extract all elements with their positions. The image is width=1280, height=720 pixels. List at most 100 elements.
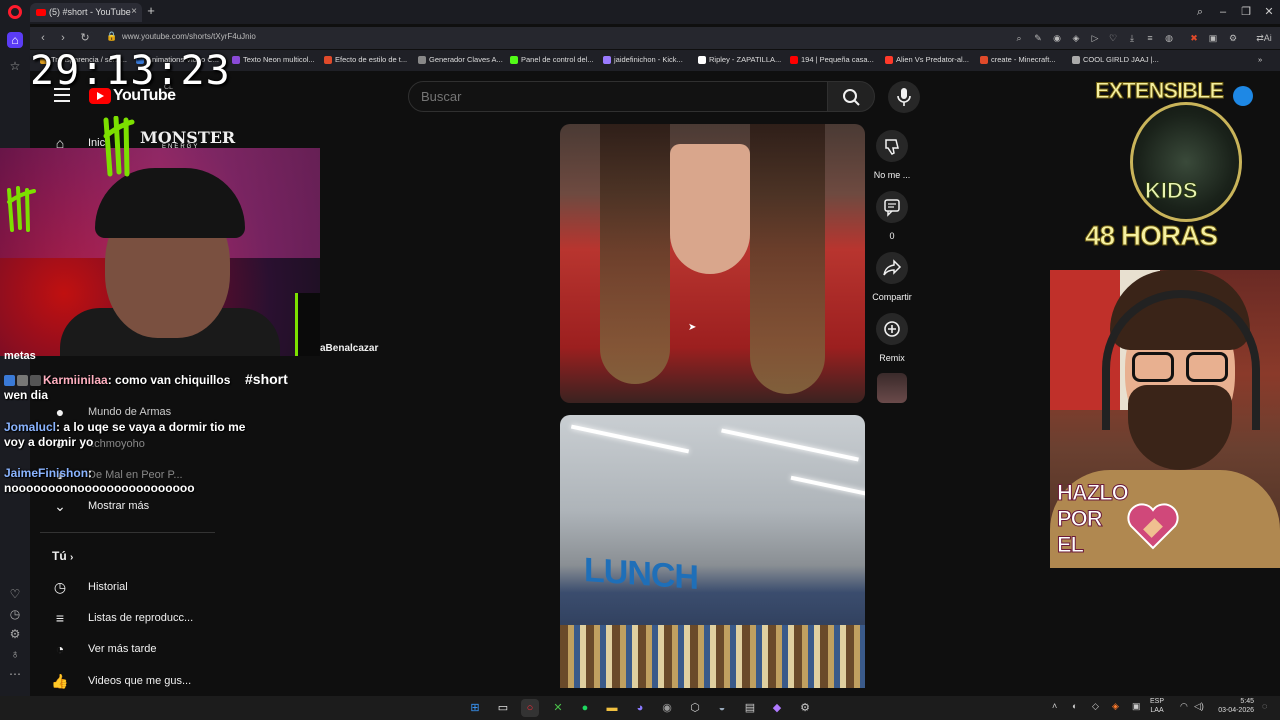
bookmark-item[interactable]: Efecto de estilo de t... — [324, 55, 408, 65]
bookmark-favicon-icon — [790, 56, 798, 65]
lightbulb-icon[interactable]: ♁ — [7, 646, 23, 662]
ai-icon[interactable]: ⇄Ai — [1252, 31, 1276, 45]
share-button[interactable] — [876, 252, 908, 284]
sidebar-item-history[interactable]: ◷ Historial — [50, 575, 128, 599]
taskbar-clock[interactable]: 5:45 03-04-2026 — [1210, 697, 1254, 715]
bookmark-label: Generador Claves A... — [429, 55, 503, 64]
app-icon[interactable]: ⬡ — [686, 699, 704, 717]
bookmark-item[interactable]: create - Minecraft... — [980, 55, 1056, 65]
bookmark-item[interactable]: Ripley - ZAPATILLA... — [698, 55, 781, 65]
reload-icon[interactable]: ↻ — [78, 31, 92, 45]
bookmark-item[interactable]: 194 | Pequeña casa... — [790, 55, 874, 65]
dislike-button[interactable] — [876, 130, 908, 162]
hazlo-line: EL — [1057, 532, 1085, 558]
camera-icon[interactable]: ◉ — [1050, 31, 1064, 45]
search-input[interactable] — [408, 81, 828, 112]
bookmark-item[interactable]: jaidefinichon - Kick... — [603, 55, 683, 65]
shield-icon[interactable]: ◈ — [1069, 31, 1083, 45]
zoom-icon[interactable]: ⌕ — [1012, 31, 1026, 45]
download-icon[interactable]: ⤓ — [1125, 31, 1139, 45]
audio-thumbnail[interactable] — [877, 373, 907, 403]
ceiling-light — [721, 428, 859, 462]
url-field[interactable]: www.youtube.com/shorts/tXyrF4uJnio — [122, 32, 256, 41]
new-tab-button[interactable]: + — [144, 4, 158, 18]
lock-icon[interactable]: 🔒 — [106, 31, 117, 42]
sidebar-item-liked[interactable]: 👍 Videos que me gus... — [50, 669, 191, 693]
sidebar-section-you[interactable]: Tú › — [52, 549, 73, 563]
home-icon[interactable]: ⌂ — [7, 32, 23, 48]
bookmark-icon[interactable]: ☆ — [7, 58, 23, 74]
forward-icon[interactable]: › — [56, 31, 70, 45]
opera-logo-icon[interactable] — [8, 5, 22, 19]
heart-icon[interactable]: ♡ — [7, 586, 23, 602]
favorite-icon[interactable]: ♡ — [1106, 31, 1120, 45]
bookmark-favicon-icon — [980, 56, 988, 65]
history-icon[interactable]: ◷ — [7, 606, 23, 622]
bookmark-item[interactable]: Texto Neon multicol... — [232, 55, 315, 65]
extension-icon[interactable]: ✖ — [1187, 31, 1201, 45]
comments-button[interactable] — [876, 191, 908, 223]
sidebar-item-watch-later[interactable]: ◔ Ver más tarde — [50, 637, 157, 661]
play-icon[interactable]: ▷ — [1088, 31, 1102, 45]
voice-search-button[interactable] — [888, 81, 920, 113]
tray-app-icon[interactable]: ◈ — [1112, 701, 1119, 712]
sidebar-item-playlists[interactable]: ≡ Listas de reproducc... — [50, 606, 193, 630]
bookmarks-overflow-icon[interactable]: » — [1258, 55, 1262, 64]
settings-taskbar-icon[interactable]: ⚙ — [796, 699, 814, 717]
opera-taskbar-icon[interactable]: ○ — [521, 699, 539, 717]
edit-icon[interactable]: ✎ — [1031, 31, 1045, 45]
notification-badge — [1233, 86, 1253, 106]
menu-list-icon[interactable]: ≡ — [1143, 31, 1157, 45]
bookmark-favicon-icon — [1072, 56, 1080, 65]
volume-icon[interactable]: ◁) — [1194, 701, 1204, 712]
steam-icon[interactable]: ◒ — [713, 699, 731, 717]
tray-app-icon[interactable]: ◇ — [1092, 701, 1099, 712]
wifi-icon[interactable]: ◠ — [1180, 701, 1188, 712]
xbox-icon[interactable]: ✕ — [549, 699, 567, 717]
bookmark-favicon-icon — [603, 56, 611, 65]
minimize-button[interactable]: – — [1213, 4, 1233, 20]
close-tab-icon[interactable]: × — [131, 6, 137, 17]
remix-button[interactable] — [876, 313, 908, 345]
tray-app-icon[interactable]: ▣ — [1132, 701, 1141, 712]
extension2-icon[interactable]: ▣ — [1206, 31, 1220, 45]
task-view-icon[interactable]: ▭ — [494, 699, 512, 717]
bookmark-item[interactable]: Panel de control del... — [510, 55, 594, 65]
tray-overflow-icon[interactable]: ˄ — [1052, 701, 1057, 711]
spotify-icon[interactable]: ● — [576, 699, 594, 717]
next-short-video[interactable]: LUNCH — [560, 415, 865, 688]
notifications-icon[interactable]: ◌ — [1262, 701, 1267, 711]
sidebar-item-label: Mostrar más — [88, 500, 150, 512]
search-tabs-icon[interactable]: ⌕ — [1190, 4, 1210, 20]
show-more-button[interactable]: ⌄ Mostrar más — [50, 494, 149, 518]
settings-icon[interactable]: ⚙ — [7, 626, 23, 642]
bookmark-item[interactable]: COOL GIRLD JAAJ |... — [1072, 55, 1159, 65]
app2-icon[interactable]: ◆ — [768, 699, 786, 717]
close-window-button[interactable]: ✕ — [1259, 4, 1279, 20]
bookmark-item[interactable]: Alien Vs Predator-al... — [885, 55, 969, 65]
bookmark-favicon-icon — [232, 56, 240, 65]
youtube-favicon-icon — [36, 9, 46, 17]
remix-label: Remix — [879, 353, 905, 363]
bookmark-item[interactable]: Generador Claves A... — [418, 55, 503, 65]
search-button[interactable] — [827, 81, 875, 112]
profile-icon[interactable]: ◍ — [1162, 31, 1176, 45]
input-language[interactable]: ESP LAA — [1150, 697, 1164, 715]
file-explorer-icon[interactable]: ▬ — [603, 699, 621, 717]
windows-start-icon[interactable]: ⊞ — [466, 699, 484, 717]
maximize-button[interactable]: ❐ — [1236, 4, 1256, 20]
ceiling-light — [570, 424, 690, 454]
settings2-icon[interactable]: ⚙ — [1226, 31, 1240, 45]
browser-tab-bar — [0, 0, 1280, 24]
notepad-icon[interactable]: ▤ — [741, 699, 759, 717]
back-icon[interactable]: ‹ — [36, 31, 50, 45]
bookmark-label: Efecto de estilo de t... — [335, 55, 408, 64]
obs-icon[interactable]: ◉ — [658, 699, 676, 717]
more-icon[interactable]: ⋯ — [7, 666, 23, 682]
browser-tab[interactable]: (5) #short - YouTube × — [30, 3, 142, 22]
short-video-player[interactable] — [560, 124, 865, 403]
bookmark-label: Texto Neon multicol... — [243, 55, 315, 64]
discord-icon[interactable]: ◕ — [631, 699, 649, 717]
tray-app-icon[interactable]: ◐ — [1072, 701, 1077, 711]
remix-icon — [884, 321, 900, 337]
